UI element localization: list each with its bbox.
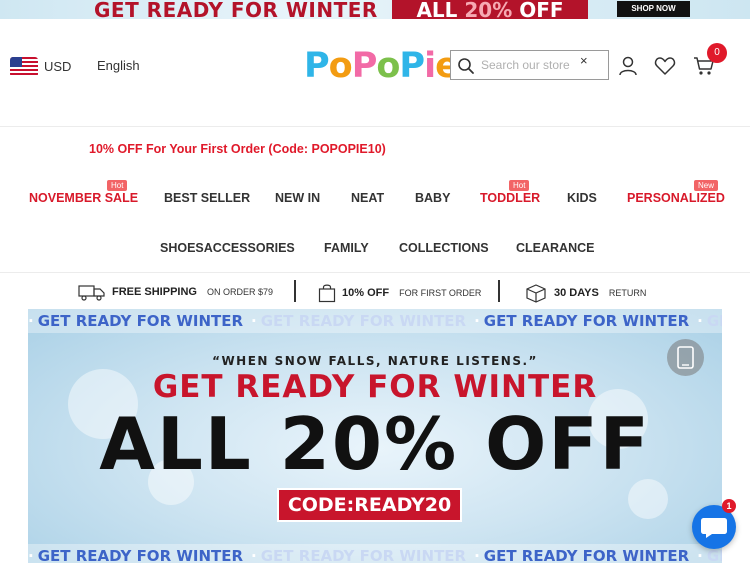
nav-personalized[interactable]: PERSONALIZED xyxy=(627,191,725,205)
marquee-text: GET READY FOR WINTER xyxy=(483,547,690,563)
marquee-dot: · xyxy=(474,547,480,563)
free-shipping-detail: ON ORDER $79 xyxy=(206,287,273,297)
marquee-dot: · xyxy=(251,312,257,330)
language-selector[interactable]: English xyxy=(97,58,140,73)
nav-neat[interactable]: NEAT xyxy=(351,191,384,205)
return-item: 30 DAYS RETURN xyxy=(524,283,646,303)
shop-now-button[interactable]: SHOP NOW xyxy=(617,1,690,17)
hero-quote: “WHEN SNOW FALLS, NATURE LISTENS.” xyxy=(212,354,538,368)
nav-best-seller[interactable]: BEST SELLER xyxy=(164,191,250,205)
hot-badge: Hot xyxy=(107,180,128,191)
marquee-dot: · xyxy=(697,312,703,330)
first-order-label: 10% OFF xyxy=(342,287,390,299)
offer-percent: 20% xyxy=(464,0,513,19)
marquee-dot: · xyxy=(251,547,257,563)
nav-baby[interactable]: BABY xyxy=(415,191,450,205)
hero-marquee-top: · GET READY FOR WINTER · GET READY FOR WINT… xyxy=(28,309,722,333)
free-shipping-item: FREE SHIPPING ON ORDER $79 xyxy=(78,283,273,301)
return-box-icon xyxy=(526,284,546,303)
marquee-dot: · xyxy=(697,547,703,563)
nav-new-in[interactable]: NEW IN xyxy=(275,191,320,205)
search-icon[interactable] xyxy=(457,57,475,75)
nav-family[interactable]: FAMILY xyxy=(324,241,369,255)
search-input[interactable] xyxy=(481,55,577,75)
promo-code: CODE:READY20 xyxy=(277,488,462,522)
nav-kids[interactable]: KIDS xyxy=(567,191,597,205)
nav-toddler[interactable]: TODDLER xyxy=(480,191,540,205)
shipping-benefits-bar: FREE SHIPPING ON ORDER $79 10% OFF FOR F… xyxy=(28,273,722,309)
flag-canton xyxy=(10,57,22,67)
cart-count-badge: 0 xyxy=(707,43,727,63)
shopping-bag-icon xyxy=(318,284,336,303)
hero-marquee-bottom: · GET READY FOR WINTER · GET READY FOR WINT… xyxy=(28,544,722,563)
tablet-icon xyxy=(677,346,694,369)
nav-collections[interactable]: COLLECTIONS xyxy=(399,241,489,255)
clear-icon[interactable]: × xyxy=(580,53,588,68)
marquee-text: GET READY FOR WINTER xyxy=(260,547,467,563)
first-order-item: 10% OFF FOR FIRST ORDER xyxy=(318,283,481,303)
marquee-text: GET READY FOR WINTER xyxy=(483,312,690,330)
free-shipping-label: FREE SHIPPING xyxy=(112,286,197,298)
marquee-text: GET READY FOR WINTER xyxy=(37,312,244,330)
offer-suffix: OFF xyxy=(512,0,564,19)
hero-title: GET READY FOR WINTER xyxy=(152,369,598,405)
search-box: × xyxy=(450,50,609,80)
truck-icon xyxy=(78,285,105,301)
separator xyxy=(498,280,500,302)
first-order-detail: FOR FIRST ORDER xyxy=(399,288,482,298)
site-logo[interactable]: PoPoPie xyxy=(304,44,459,88)
top-banner-offer: ALL 20% OFF xyxy=(392,0,588,19)
separator xyxy=(294,280,296,302)
hero-offer: ALL 20% OFF xyxy=(99,402,651,486)
account-icon[interactable] xyxy=(617,55,639,77)
marquee-text: GET READY FOR WINTER xyxy=(37,547,244,563)
top-promo-banner[interactable]: GET READY FOR WINTER ALL 20% OFF SHOP NO… xyxy=(0,0,750,19)
nav-clearance[interactable]: CLEARANCE xyxy=(516,241,594,255)
offer-prefix: ALL xyxy=(416,0,465,19)
nav-shoes-accessories[interactable]: SHOESACCESSORIES xyxy=(160,241,295,255)
marquee-text: GET RE xyxy=(706,547,722,563)
marquee-dot: · xyxy=(28,547,34,563)
nav-november-sale[interactable]: NOVEMBER SALE xyxy=(29,191,138,205)
new-badge: New xyxy=(694,180,719,191)
wishlist-heart-icon[interactable] xyxy=(654,55,676,77)
marquee-text: GET RE xyxy=(706,312,722,330)
marquee-dot: · xyxy=(474,312,480,330)
hero-banner[interactable]: · GET READY FOR WINTER · GET READY FOR WINT… xyxy=(28,309,722,563)
logo-wordmark: PoPoPie xyxy=(304,46,459,86)
marquee-dot: · xyxy=(28,312,34,330)
return-detail: RETURN xyxy=(608,288,647,298)
flag-us-icon[interactable] xyxy=(10,57,38,77)
currency-selector[interactable]: USD xyxy=(44,59,71,74)
announcement-text[interactable]: 10% OFF For Your First Order (Code: POPO… xyxy=(89,142,386,156)
marquee-text: GET READY FOR WINTER xyxy=(260,312,467,330)
top-banner-headline: GET READY FOR WINTER xyxy=(94,0,378,19)
device-preview-button[interactable] xyxy=(667,339,704,376)
return-label: 30 DAYS xyxy=(554,287,599,299)
chat-unread-badge: 1 xyxy=(722,499,736,513)
hot-badge: Hot xyxy=(509,180,530,191)
